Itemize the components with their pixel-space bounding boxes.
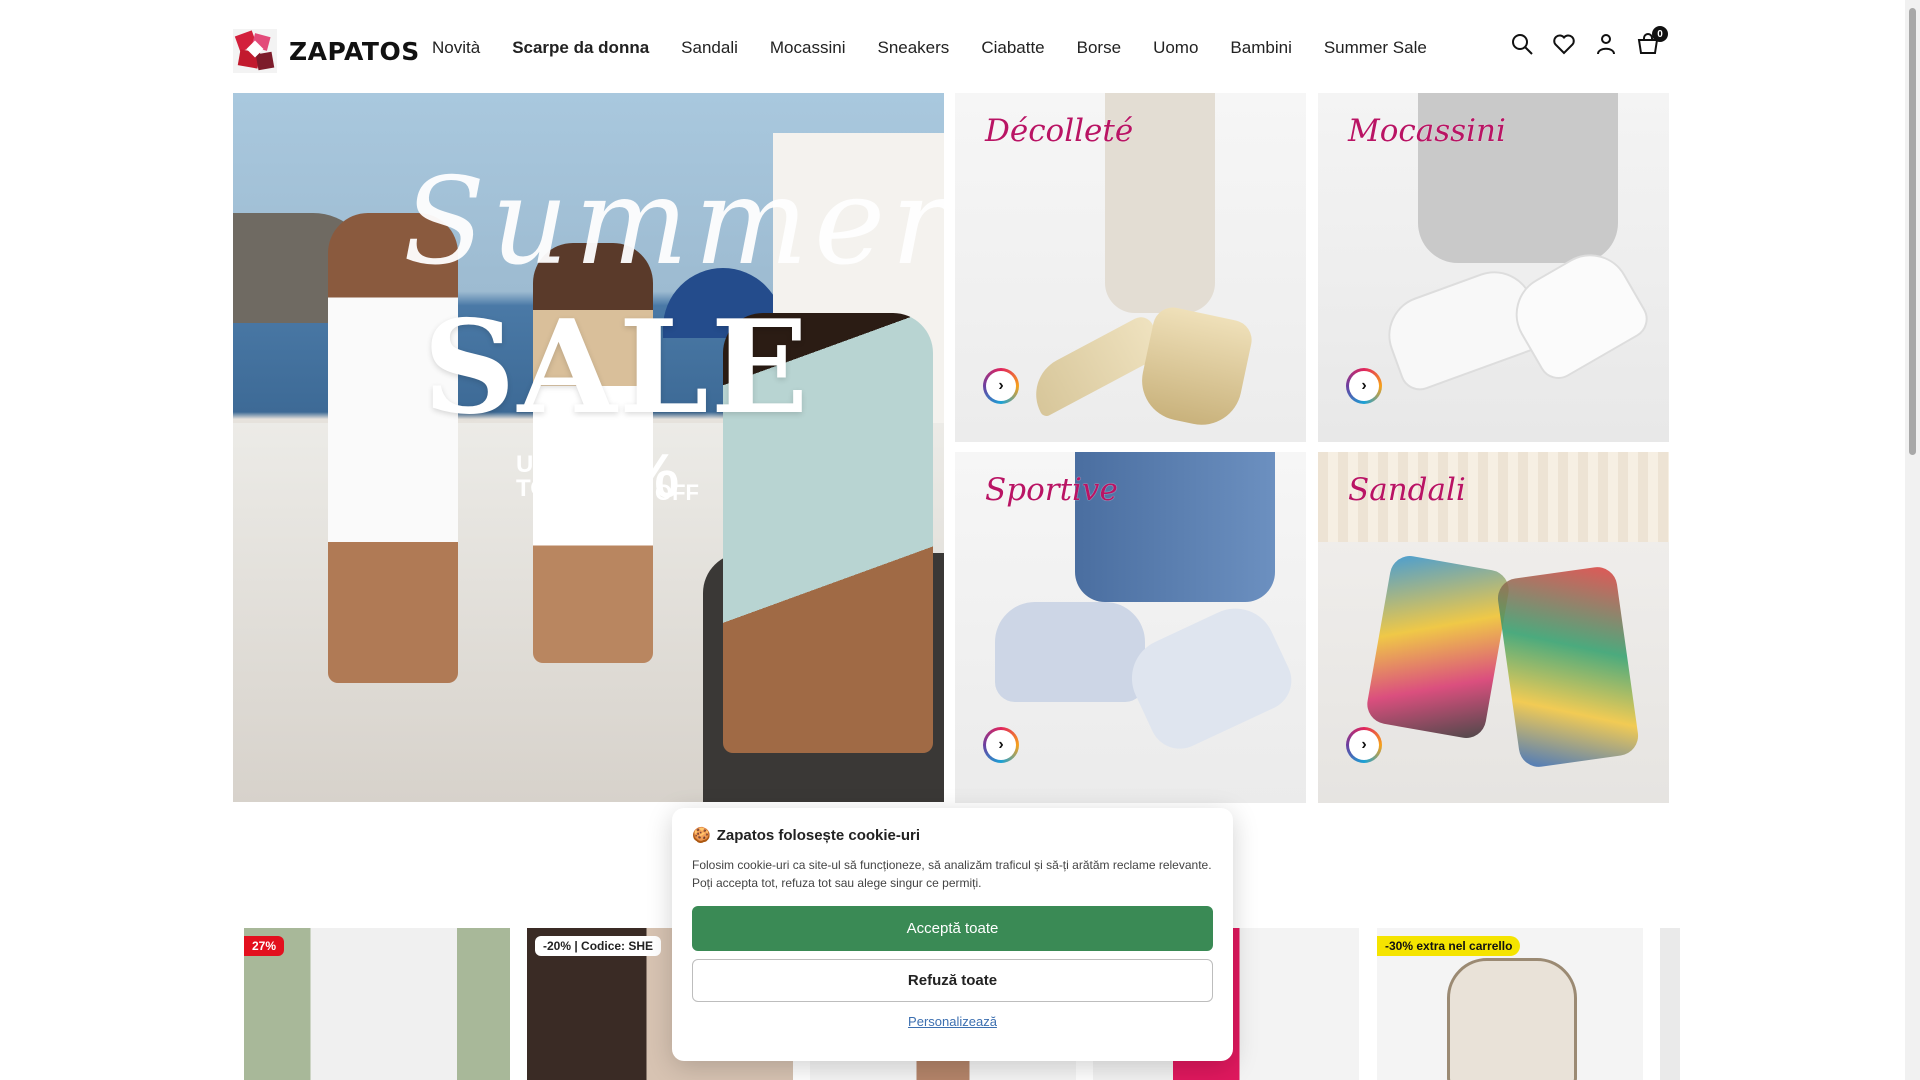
category-label: Sandali bbox=[1348, 472, 1466, 508]
cart-icon[interactable]: 0 bbox=[1636, 26, 1668, 56]
nav-item-summer-sale[interactable]: Summer Sale bbox=[1324, 38, 1427, 58]
nav-item-ciabatte[interactable]: Ciabatte bbox=[981, 38, 1044, 58]
category-tile-decollete[interactable]: Décolleté › bbox=[955, 93, 1306, 442]
hero-banner[interactable]: Summer SALE UP TO 65% OFF bbox=[233, 93, 944, 802]
product-card[interactable] bbox=[1660, 928, 1680, 1080]
tile-sneaker-left bbox=[995, 602, 1145, 702]
user-icon[interactable] bbox=[1594, 32, 1618, 56]
cookie-title-text: Zapatos folosește cookie-uri bbox=[716, 826, 921, 844]
cookie-description: Folosim cookie-uri ca site-ul să funcțio… bbox=[692, 858, 1212, 890]
hero-sale-text: SALE bbox=[423, 293, 811, 443]
extra-discount-badge: -30% extra nel carrello bbox=[1377, 936, 1521, 956]
product-card[interactable]: -30% extra nel carrello bbox=[1377, 928, 1643, 1080]
product-card[interactable]: 27% bbox=[244, 928, 510, 1080]
hero-up-to: UP TO bbox=[516, 453, 549, 501]
customize-link[interactable]: Personalizează bbox=[692, 1014, 1213, 1029]
hero-script-text: Summer bbox=[403, 153, 944, 292]
cookie-icon: 🍪 bbox=[692, 827, 711, 844]
product-image bbox=[1447, 958, 1577, 1080]
nav-item-uomo[interactable]: Uomo bbox=[1153, 38, 1198, 58]
nav-item-borse[interactable]: Borse bbox=[1077, 38, 1121, 58]
cookie-consent-dialog: 🍪 Zapatos folosește cookie-uri Folosim c… bbox=[672, 808, 1233, 1061]
logo-mark bbox=[233, 29, 277, 73]
nav-item-sneakers[interactable]: Sneakers bbox=[877, 38, 949, 58]
chevron-right-icon[interactable]: › bbox=[1346, 368, 1382, 404]
category-tile-mocassini[interactable]: Mocassini › bbox=[1318, 93, 1669, 442]
tile-sandal-left bbox=[1364, 552, 1512, 742]
refuse-all-button[interactable]: Refuză toate bbox=[692, 959, 1213, 1002]
site-logo[interactable]: ZAPATOS bbox=[233, 29, 420, 73]
nav-item-mocassini[interactable]: Mocassini bbox=[770, 38, 846, 58]
coupon-badge: -20% | Codice: SHE bbox=[535, 936, 662, 956]
header-icons: 0 bbox=[1510, 26, 1668, 56]
nav-item-sandali[interactable]: Sandali bbox=[681, 38, 738, 58]
chevron-right-icon[interactable]: › bbox=[1346, 727, 1382, 763]
tile-sandal-right bbox=[1495, 564, 1641, 770]
heart-icon[interactable] bbox=[1552, 32, 1576, 56]
cookie-title: 🍪 Zapatos folosește cookie-uri bbox=[692, 826, 1213, 845]
cart-count-badge: 0 bbox=[1652, 26, 1668, 42]
nav-item-novita[interactable]: Novità bbox=[432, 38, 480, 58]
category-tile-sportive[interactable]: Sportive › bbox=[955, 452, 1306, 803]
category-label: Mocassini bbox=[1348, 113, 1506, 149]
category-tile-sandali[interactable]: Sandali › bbox=[1318, 452, 1669, 803]
tile-sneaker-right bbox=[1118, 595, 1302, 759]
page-scrollbar[interactable] bbox=[1905, 0, 1920, 1080]
hero-to-text: TO bbox=[516, 475, 549, 502]
search-icon[interactable] bbox=[1510, 32, 1534, 56]
hero-off: OFF bbox=[655, 480, 699, 505]
category-label: Décolleté bbox=[985, 113, 1134, 149]
chevron-right-icon[interactable]: › bbox=[983, 727, 1019, 763]
logo-text: ZAPATOS bbox=[289, 36, 420, 66]
hero-up-text: UP bbox=[516, 451, 550, 478]
scrollbar-thumb[interactable] bbox=[1909, 8, 1916, 455]
chevron-right-icon[interactable]: › bbox=[983, 368, 1019, 404]
nav-item-scarpe-da-donna[interactable]: Scarpe da donna bbox=[512, 38, 649, 58]
nav-item-bambini[interactable]: Bambini bbox=[1230, 38, 1291, 58]
site-header: ZAPATOS Novità Scarpe da donna Sandali M… bbox=[0, 0, 1905, 92]
tile-shoe-right bbox=[1134, 303, 1256, 433]
discount-badge: 27% bbox=[244, 936, 285, 956]
main-nav: Novità Scarpe da donna Sandali Mocassini… bbox=[432, 38, 1459, 58]
accept-all-button[interactable]: Acceptă toate bbox=[692, 906, 1213, 951]
category-label: Sportive bbox=[985, 472, 1118, 508]
